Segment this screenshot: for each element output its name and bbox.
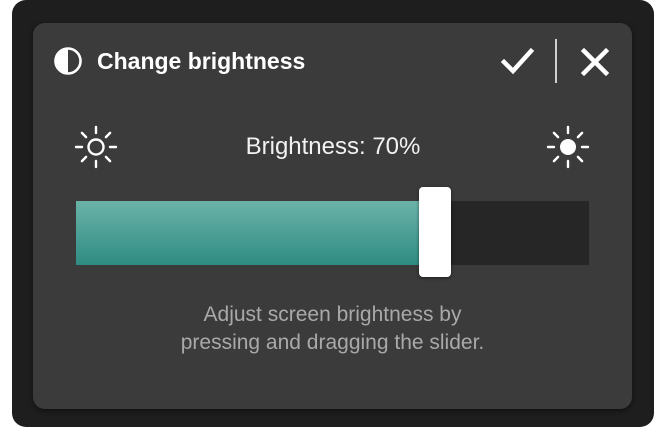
slider-thumb[interactable] [419,187,452,277]
sun-bright-icon [545,124,591,170]
close-icon [574,47,616,87]
brightness-value-label: Brightness: 70% [245,133,421,160]
close-button[interactable] [574,41,616,83]
help-text-line: pressing and dragging the slider. [180,331,485,354]
help-text: Adjust screen brightness by pressing and… [93,301,572,357]
dialog-title: Change brightness [97,48,306,74]
help-text-line: Adjust screen brightness by [203,303,462,326]
header-divider [555,39,557,83]
slider-fill [76,201,436,265]
sun-dim-icon [73,124,119,170]
brightness-dialog: Change brightness Brightness: 70% Adjust… [33,23,632,409]
checkmark-icon [495,47,539,85]
contrast-icon [53,46,83,76]
confirm-button[interactable] [495,41,539,81]
brightness-slider[interactable] [76,187,589,277]
